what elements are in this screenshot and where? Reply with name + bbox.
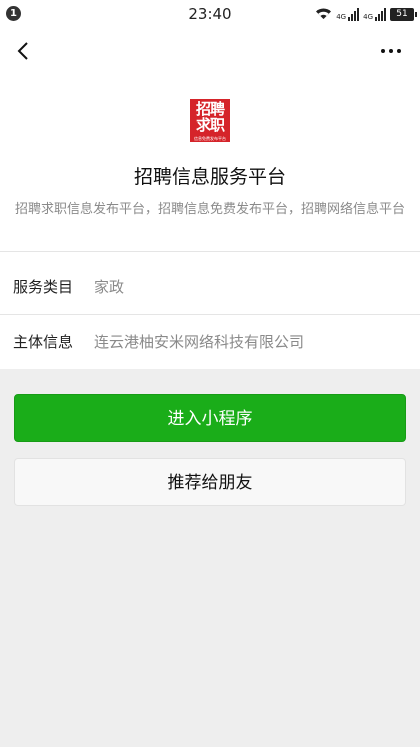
navigation-bar — [0, 28, 420, 74]
battery-icon: 51 — [390, 7, 417, 21]
signal-label: 4G — [363, 13, 373, 21]
signal-strength-icon: 4G — [336, 7, 360, 21]
logo-text-line1: 招聘 — [195, 100, 225, 118]
enter-mini-program-button[interactable]: 进入小程序 — [14, 394, 406, 442]
signal-label: 4G — [336, 13, 347, 21]
entity-info-label: 主体信息 — [13, 333, 74, 351]
divider — [0, 251, 420, 252]
service-category-label: 服务类目 — [13, 278, 74, 296]
entity-info-value: 连云港柚安米网络科技有限公司 — [94, 333, 305, 351]
app-name: 招聘信息服务平台 — [133, 166, 286, 188]
app-logo: 招聘 求职 信息免费发布平台 — [190, 99, 230, 142]
service-category-value: 家政 — [94, 278, 125, 296]
signal-strength-icon: 4G — [363, 7, 386, 21]
status-icons: 4G 4G 51 — [315, 5, 417, 24]
chevron-left-icon — [17, 42, 28, 60]
app-description: 招聘求职信息发布平台，招聘信息免费发布平台，招聘网络信息平台 — [15, 202, 406, 217]
wifi-icon — [315, 5, 332, 24]
recommend-to-friend-button[interactable]: 推荐给朋友 — [14, 458, 406, 506]
status-bar: 1 23:40 4G 4G 51 — [0, 0, 420, 28]
back-button[interactable] — [8, 34, 42, 68]
divider — [0, 314, 420, 315]
mini-program-profile-screen: 1 23:40 4G 4G 51 招聘 求职 信息免费发布平台 招聘信息服务平台… — [0, 0, 420, 747]
logo-text-line2: 求职 — [195, 116, 225, 134]
logo-subtext: 信息免费发布平台 — [194, 136, 226, 141]
service-category-row: 服务类目 家政 — [0, 266, 420, 306]
entity-info-row[interactable]: 主体信息 连云港柚安米网络科技有限公司 — [0, 321, 420, 361]
more-button[interactable] — [376, 38, 406, 64]
more-dots-icon — [381, 49, 385, 53]
